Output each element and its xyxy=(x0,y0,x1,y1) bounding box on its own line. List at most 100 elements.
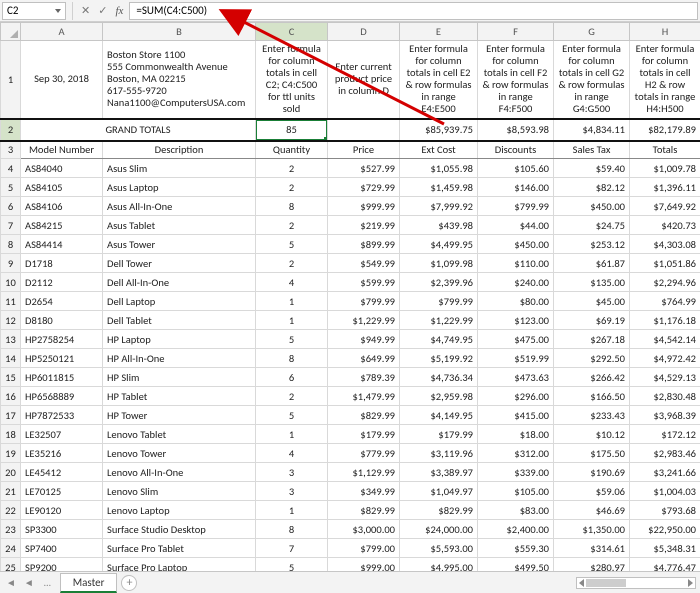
cell-tax[interactable]: $61.87 xyxy=(554,254,630,273)
cell-ext[interactable]: $179.99 xyxy=(400,425,478,444)
cell-price[interactable]: $179.99 xyxy=(328,425,400,444)
row-header[interactable]: 7 xyxy=(1,216,21,235)
cell-desc[interactable]: HP Tablet xyxy=(103,387,256,406)
cell-model[interactable]: AS84414 xyxy=(21,235,103,254)
cell-qty[interactable]: 7 xyxy=(256,539,328,558)
cell-price[interactable]: $799.00 xyxy=(328,539,400,558)
col-header-d[interactable]: D xyxy=(328,23,400,41)
cell-disc[interactable]: $799.99 xyxy=(478,197,554,216)
cell-desc[interactable]: Dell Laptop xyxy=(103,292,256,311)
cell-model[interactable]: SP7400 xyxy=(21,539,103,558)
cell-disc[interactable]: $18.00 xyxy=(478,425,554,444)
cell-tax[interactable]: $266.42 xyxy=(554,368,630,387)
cell-ext[interactable]: $1,099.98 xyxy=(400,254,478,273)
cell-price[interactable]: $549.99 xyxy=(328,254,400,273)
cell-disc[interactable]: $559.30 xyxy=(478,539,554,558)
cell-disc[interactable]: $105.00 xyxy=(478,482,554,501)
col-header-a[interactable]: A xyxy=(21,23,103,41)
cell-tax[interactable]: $314.61 xyxy=(554,539,630,558)
cell-disc[interactable]: $519.99 xyxy=(478,349,554,368)
cell-price[interactable]: $799.99 xyxy=(328,292,400,311)
cell-disc[interactable]: $83.00 xyxy=(478,501,554,520)
cell-desc[interactable]: Asus Tablet xyxy=(103,216,256,235)
cell-ext[interactable]: $3,119.96 xyxy=(400,444,478,463)
cell-disc[interactable]: $475.00 xyxy=(478,330,554,349)
cell-desc[interactable]: Asus Tower xyxy=(103,235,256,254)
row-header[interactable]: 12 xyxy=(1,311,21,330)
row-header[interactable]: 19 xyxy=(1,444,21,463)
col-header-b[interactable]: B xyxy=(103,23,256,41)
col-header-f[interactable]: F xyxy=(478,23,554,41)
scroll-thumb[interactable] xyxy=(586,579,626,587)
row-header[interactable]: 6 xyxy=(1,197,21,216)
cell-qty[interactable]: 2 xyxy=(256,254,328,273)
cell-tax[interactable]: $59.40 xyxy=(554,159,630,178)
cell-qty[interactable]: 5 xyxy=(256,330,328,349)
cell-tax[interactable]: $1,350.00 xyxy=(554,520,630,539)
cell-price[interactable]: $789.39 xyxy=(328,368,400,387)
tab-nav-first-icon[interactable]: ◄ xyxy=(4,576,18,589)
cell-desc[interactable]: Lenovo Tablet xyxy=(103,425,256,444)
cell-disc[interactable]: $146.00 xyxy=(478,178,554,197)
cell-b1[interactable]: Boston Store 1100 555 Commonwealth Avenu… xyxy=(103,41,256,119)
cell-ext[interactable]: $1,049.97 xyxy=(400,482,478,501)
cell-ext[interactable]: $5,199.92 xyxy=(400,349,478,368)
cell-qty[interactable]: 3 xyxy=(256,482,328,501)
cell-qty[interactable]: 1 xyxy=(256,501,328,520)
name-box-dropdown-icon[interactable] xyxy=(55,9,61,13)
row-header[interactable]: 13 xyxy=(1,330,21,349)
cell-ext[interactable]: $1,055.98 xyxy=(400,159,478,178)
cell-qty[interactable]: 8 xyxy=(256,520,328,539)
cell-desc[interactable]: Lenovo Slim xyxy=(103,482,256,501)
insert-function-icon[interactable]: fx xyxy=(113,5,125,17)
row-header[interactable]: 16 xyxy=(1,387,21,406)
cell-desc[interactable]: Lenovo All-In-One xyxy=(103,463,256,482)
cell-price[interactable]: $1,229.99 xyxy=(328,311,400,330)
cell-disc[interactable]: $339.00 xyxy=(478,463,554,482)
cell-tax[interactable]: $82.12 xyxy=(554,178,630,197)
hdr-model[interactable]: Model Number xyxy=(21,141,103,159)
cell-price[interactable]: $949.99 xyxy=(328,330,400,349)
cell-price[interactable]: $527.99 xyxy=(328,159,400,178)
cell-desc[interactable]: Dell All-In-One xyxy=(103,273,256,292)
cell-tot[interactable]: $793.68 xyxy=(630,501,700,520)
cell-model[interactable]: LE90120 xyxy=(21,501,103,520)
cell-model[interactable]: AS84215 xyxy=(21,216,103,235)
cell-tot[interactable]: $1,396.11 xyxy=(630,178,700,197)
row-header[interactable]: 21 xyxy=(1,482,21,501)
cell-e2[interactable]: $85,939.75 xyxy=(400,119,478,141)
cell-tot[interactable]: $4,529.13 xyxy=(630,368,700,387)
cell-price[interactable]: $1,129.99 xyxy=(328,463,400,482)
new-sheet-button[interactable]: + xyxy=(121,575,137,591)
hdr-qty[interactable]: Quantity xyxy=(256,141,328,159)
cell-ext[interactable]: $799.99 xyxy=(400,292,478,311)
cell-disc[interactable]: $80.00 xyxy=(478,292,554,311)
cell-ext[interactable]: $829.99 xyxy=(400,501,478,520)
cell-g1[interactable]: Enter formula for column totals in cell … xyxy=(554,41,630,119)
hdr-tot[interactable]: Totals xyxy=(630,141,700,159)
cell-price[interactable]: $649.99 xyxy=(328,349,400,368)
cell-desc[interactable]: Lenovo Tower xyxy=(103,444,256,463)
cell-ext[interactable]: $1,229.99 xyxy=(400,311,478,330)
row-header[interactable]: 15 xyxy=(1,368,21,387)
cell-ext[interactable]: $4,736.34 xyxy=(400,368,478,387)
cell-ext[interactable]: $2,959.98 xyxy=(400,387,478,406)
cell-disc[interactable]: $44.00 xyxy=(478,216,554,235)
cell-desc[interactable]: Lenovo Laptop xyxy=(103,501,256,520)
row-header[interactable]: 22 xyxy=(1,501,21,520)
sheet-tab-master[interactable]: Master xyxy=(60,573,118,593)
cell-model[interactable]: LE45412 xyxy=(21,463,103,482)
cell-tot[interactable]: $4,303.08 xyxy=(630,235,700,254)
cell-model[interactable]: LE32507 xyxy=(21,425,103,444)
cell-tax[interactable]: $166.50 xyxy=(554,387,630,406)
cell-desc[interactable]: Dell Tower xyxy=(103,254,256,273)
row-header[interactable]: 4 xyxy=(1,159,21,178)
hdr-ext[interactable]: Ext Cost xyxy=(400,141,478,159)
cell-model[interactable]: AS84040 xyxy=(21,159,103,178)
cell-desc[interactable]: HP Tower xyxy=(103,406,256,425)
confirm-formula-icon[interactable]: ✓ xyxy=(96,4,109,17)
cell-price[interactable]: $999.99 xyxy=(328,197,400,216)
cell-ext[interactable]: $2,399.96 xyxy=(400,273,478,292)
cell-qty[interactable]: 4 xyxy=(256,273,328,292)
cell-tot[interactable]: $764.99 xyxy=(630,292,700,311)
